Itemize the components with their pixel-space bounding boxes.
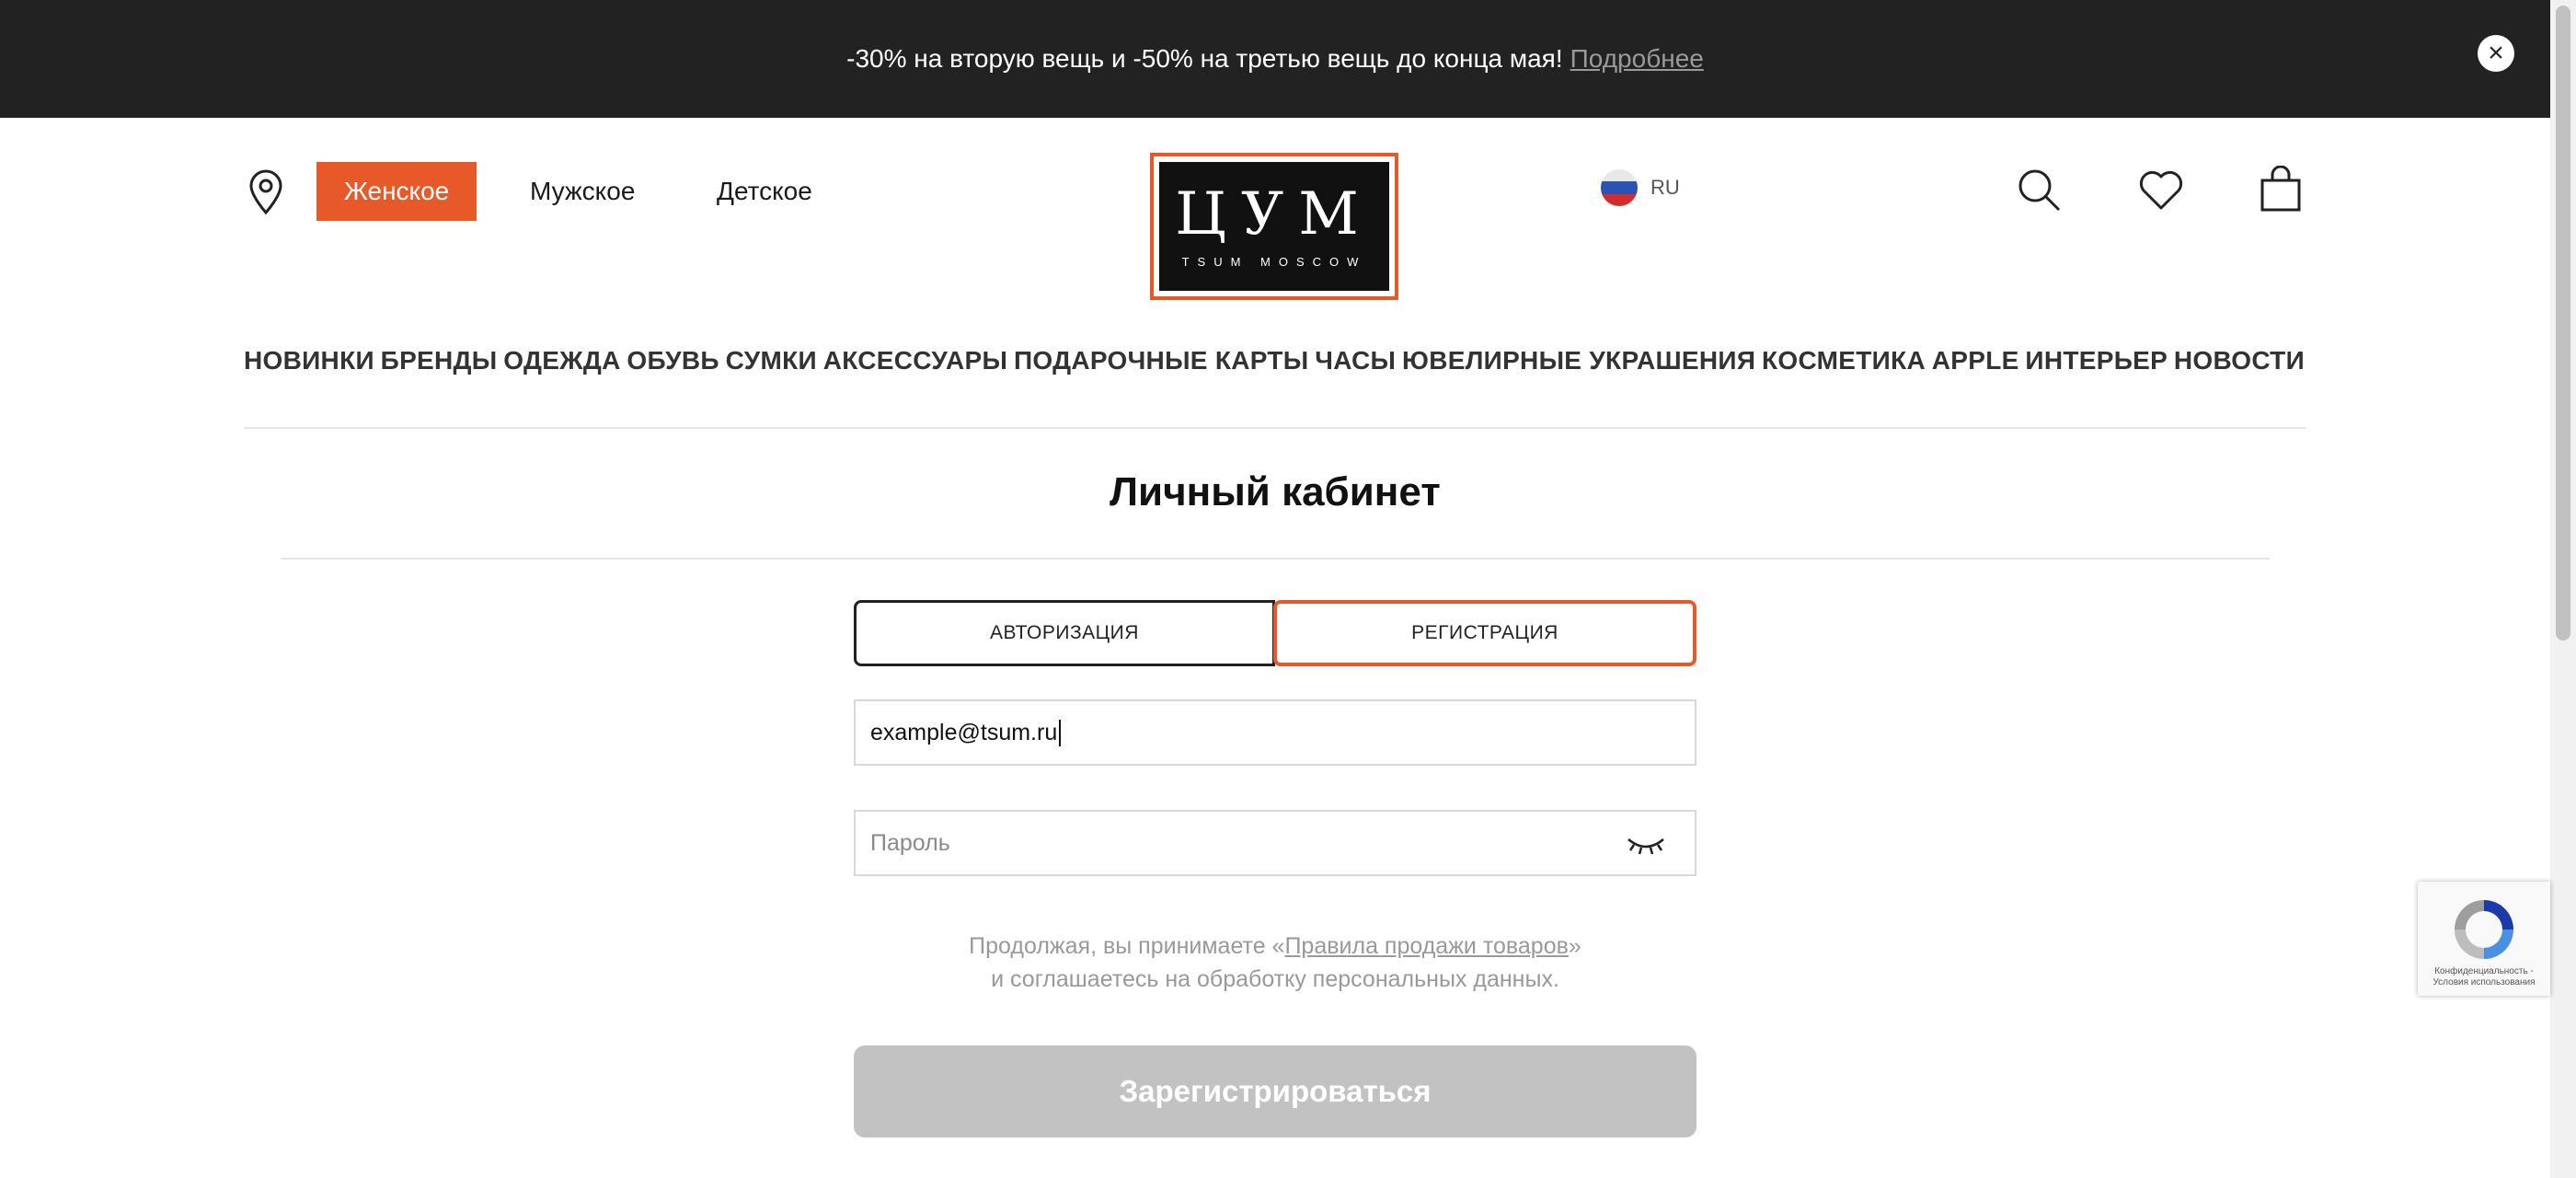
nav-item-apple[interactable]: APPLE <box>1932 346 2019 375</box>
location-icon[interactable] <box>247 169 285 215</box>
consent-text: Продолжая, вы принимаете «Правила продаж… <box>0 930 2550 996</box>
recaptcha-text-terms: Условия использования <box>2432 977 2536 987</box>
nav-item-accessories[interactable]: АКСЕССУАРЫ <box>823 346 1008 375</box>
bag-icon[interactable] <box>2256 166 2306 215</box>
page-scrollbar[interactable] <box>2550 0 2576 1178</box>
main-nav: НОВИНКИ БРЕНДЫ ОДЕЖДА ОБУВЬ СУМКИ АКСЕСС… <box>244 346 2305 375</box>
language-label: RU <box>1650 176 1680 199</box>
consent-suffix: » <box>1568 933 1581 959</box>
logo-sub-text: TSUM MOSCOW <box>1181 254 1367 269</box>
page-title: Личный кабинет <box>1110 469 1441 514</box>
email-field[interactable]: example@tsum.ru <box>854 699 1696 766</box>
gender-kids[interactable]: Детское <box>717 162 812 221</box>
email-value: example@tsum.ru <box>870 719 1062 746</box>
nav-item-watches[interactable]: ЧАСЫ <box>1315 346 1396 375</box>
nav-item-shoes[interactable]: ОБУВЬ <box>627 346 719 375</box>
nav-divider <box>244 427 2306 429</box>
language-selector[interactable]: RU <box>1601 169 1680 206</box>
recaptcha-badge[interactable]: Конфиденциальность - Условия использован… <box>2418 882 2550 996</box>
sales-rules-link[interactable]: Правила продажи товаров <box>1284 933 1568 959</box>
nav-item-bags[interactable]: СУМКИ <box>726 346 817 375</box>
consent-prefix: Продолжая, вы принимаете « <box>969 933 1285 959</box>
nav-item-cosmetics[interactable]: КОСМЕТИКА <box>1762 346 1926 375</box>
nav-item-interior[interactable]: ИНТЕРЬЕР <box>2025 346 2168 375</box>
password-placeholder: Пароль <box>870 829 950 856</box>
close-icon[interactable]: × <box>2478 35 2514 72</box>
tab-authorization[interactable]: АВТОРИЗАЦИЯ <box>854 600 1275 666</box>
auth-tabs: АВТОРИЗАЦИЯ РЕГИСТРАЦИЯ <box>854 600 1696 666</box>
tab-registration[interactable]: РЕГИСТРАЦИЯ <box>1273 600 1696 666</box>
consent-line2: и соглашаетесь на обработку персональных… <box>991 966 1559 992</box>
site-header: Женское Мужское Детское ЦУМ TSUM MOSCOW … <box>0 118 2550 431</box>
nav-item-news[interactable]: НОВОСТИ <box>2174 346 2305 375</box>
promo-more-link[interactable]: Подробнее <box>1570 44 1704 74</box>
logo-main-text: ЦУМ <box>1175 179 1374 248</box>
eye-closed-icon[interactable] <box>1625 832 1667 858</box>
nav-item-jewelry[interactable]: ЮВЕЛИРНЫЕ УКРАШЕНИЯ <box>1402 346 1755 375</box>
nav-item-new[interactable]: НОВИНКИ <box>244 346 374 375</box>
register-button[interactable]: Зарегистрироваться <box>854 1045 1696 1138</box>
nav-item-brands[interactable]: БРЕНДЫ <box>381 346 498 375</box>
recaptcha-icon <box>2455 900 2513 959</box>
password-field[interactable]: Пароль <box>854 810 1696 876</box>
promo-banner: -30% на вторую вещь и -50% на третью вещ… <box>0 0 2550 118</box>
nav-item-clothing[interactable]: ОДЕЖДА <box>503 346 620 375</box>
search-icon[interactable] <box>2015 166 2064 215</box>
heart-icon[interactable] <box>2136 166 2186 215</box>
nav-item-gift-cards[interactable]: ПОДАРОЧНЫЕ КАРТЫ <box>1014 346 1308 375</box>
scrollbar-thumb[interactable] <box>2556 6 2570 641</box>
recaptcha-text-privacy: Конфиденциальность - <box>2434 966 2534 976</box>
promo-text: -30% на вторую вещь и -50% на третью вещ… <box>846 44 1563 73</box>
russia-flag-icon <box>1601 169 1638 206</box>
title-divider <box>281 558 2270 560</box>
gender-men[interactable]: Мужское <box>530 162 635 221</box>
gender-women[interactable]: Женское <box>316 162 477 221</box>
tsum-logo[interactable]: ЦУМ TSUM MOSCOW <box>1150 153 1398 300</box>
